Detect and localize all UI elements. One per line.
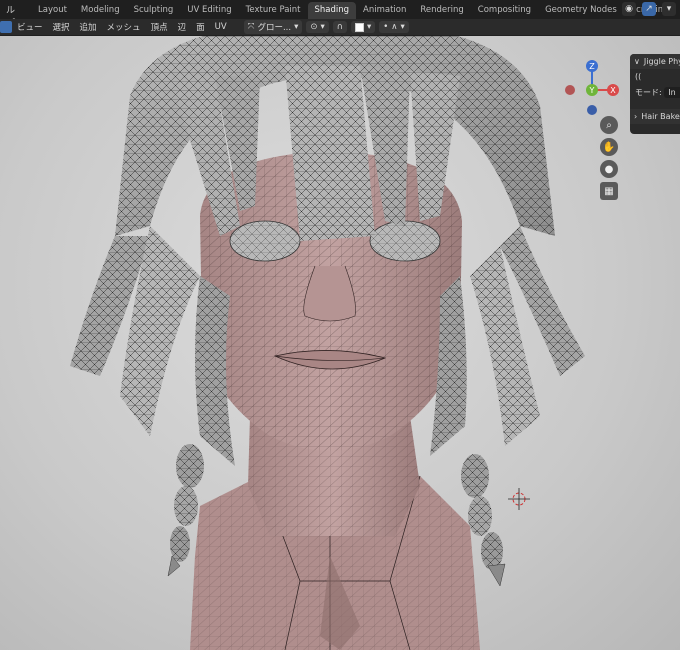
- top-right-controls: ◉ ↗ ▾: [622, 2, 676, 16]
- mesh-menu[interactable]: メッシュ: [102, 21, 146, 33]
- tab-sculpting[interactable]: Sculpting: [127, 2, 181, 19]
- chevron-right-icon: ›: [634, 112, 638, 121]
- gizmo-z-label: Z: [589, 62, 595, 71]
- overlay-icon[interactable]: ▾: [662, 2, 676, 16]
- orientation-icon: ⤧: [247, 22, 255, 32]
- chevron-down-icon: ▾: [367, 22, 372, 32]
- chevron-down-icon: ▾: [320, 22, 325, 32]
- gizmo-neg-z[interactable]: [587, 105, 597, 115]
- tab-texture-paint[interactable]: Texture Paint: [239, 2, 308, 19]
- face-menu[interactable]: 面: [191, 21, 210, 33]
- gizmo-neg-x[interactable]: [565, 85, 575, 95]
- snap-target-icon: [355, 22, 364, 32]
- gizmo-toggle-icon[interactable]: ↗: [642, 2, 656, 16]
- tab-geometry-nodes[interactable]: Geometry Nodes: [538, 2, 624, 19]
- gizmo-x-label: X: [610, 86, 616, 95]
- editor-type-icon[interactable]: [0, 21, 12, 33]
- pan-hand-icon[interactable]: ✋: [600, 138, 618, 156]
- proportional-edit-icon: •: [383, 22, 389, 32]
- mode-row: モード: In: [630, 84, 680, 101]
- pivot-icon: ⊙: [310, 22, 318, 32]
- chevron-down-icon: ▾: [294, 22, 299, 32]
- mode-dropdown[interactable]: In: [664, 87, 680, 98]
- header-toolbar: ビュー 選択 追加 メッシュ 頂点 辺 面 UV ⤧ グロー... ▾ ⊙ ▾ …: [0, 19, 680, 36]
- tab-animation[interactable]: Animation: [356, 2, 413, 19]
- visibility-icon[interactable]: ◉: [622, 2, 636, 16]
- snap-toggle[interactable]: ∩: [332, 21, 347, 33]
- sidebar-n-panel: ∨ Jiggle Phys (( モード: In › Hair Bake: [630, 54, 680, 134]
- proportional-edit-toggle[interactable]: • ∧ ▾: [379, 21, 409, 33]
- uv-menu[interactable]: UV: [210, 22, 232, 32]
- pivot-dropdown[interactable]: ⊙ ▾: [306, 21, 329, 33]
- tab-compositing[interactable]: Compositing: [471, 2, 538, 19]
- snap-target-dropdown[interactable]: ▾: [351, 21, 376, 33]
- jiggle-wave-icon: ((: [635, 72, 642, 81]
- chevron-down-icon: ▾: [400, 22, 405, 32]
- navigation-gizmo[interactable]: Z X Y: [560, 58, 624, 122]
- add-workspace-button[interactable]: +: [676, 1, 680, 18]
- zoom-icon[interactable]: ⌕: [600, 116, 618, 134]
- gizmo-y-label: Y: [589, 86, 595, 95]
- camera-icon[interactable]: ●: [600, 160, 618, 178]
- jiggle-physics-panel-header[interactable]: ∨ Jiggle Phys: [630, 54, 680, 69]
- hair-bake-panel-header[interactable]: › Hair Bake: [630, 109, 680, 124]
- tab-rendering[interactable]: Rendering: [413, 2, 470, 19]
- chevron-down-icon: ∨: [634, 57, 640, 66]
- mesh-model: [70, 36, 585, 650]
- edge-menu[interactable]: 辺: [173, 21, 192, 33]
- vertex-menu[interactable]: 頂点: [146, 21, 173, 33]
- falloff-icon: ∧: [391, 22, 398, 32]
- 3d-cursor-icon[interactable]: [508, 488, 530, 510]
- top-bar: ヘルプ LayoutModelingSculptingUV EditingTex…: [0, 0, 680, 29]
- workspace-tabs: Layout Modeling Sculpting UV Editing Texture…: [31, 0, 676, 19]
- tab-shading[interactable]: Shading: [307, 2, 357, 19]
- view-menu[interactable]: ビュー: [12, 21, 48, 33]
- tab-modeling[interactable]: Modeling: [74, 2, 127, 19]
- 3d-viewport[interactable]: Z X Y ⌕ ✋ ● ▦ ∨ Jiggle Phys (( モード: In ›…: [0, 36, 680, 650]
- transform-orientation-dropdown[interactable]: ⤧ グロー... ▾: [243, 20, 303, 34]
- select-menu[interactable]: 選択: [48, 21, 75, 33]
- jiggle-toggle-row[interactable]: ((: [630, 69, 680, 84]
- tab-layout[interactable]: Layout: [31, 2, 74, 19]
- magnet-icon: ∩: [336, 22, 343, 32]
- grid-perspective-icon[interactable]: ▦: [600, 182, 618, 200]
- add-menu[interactable]: 追加: [75, 21, 102, 33]
- tab-uv-editing[interactable]: UV Editing: [180, 2, 238, 19]
